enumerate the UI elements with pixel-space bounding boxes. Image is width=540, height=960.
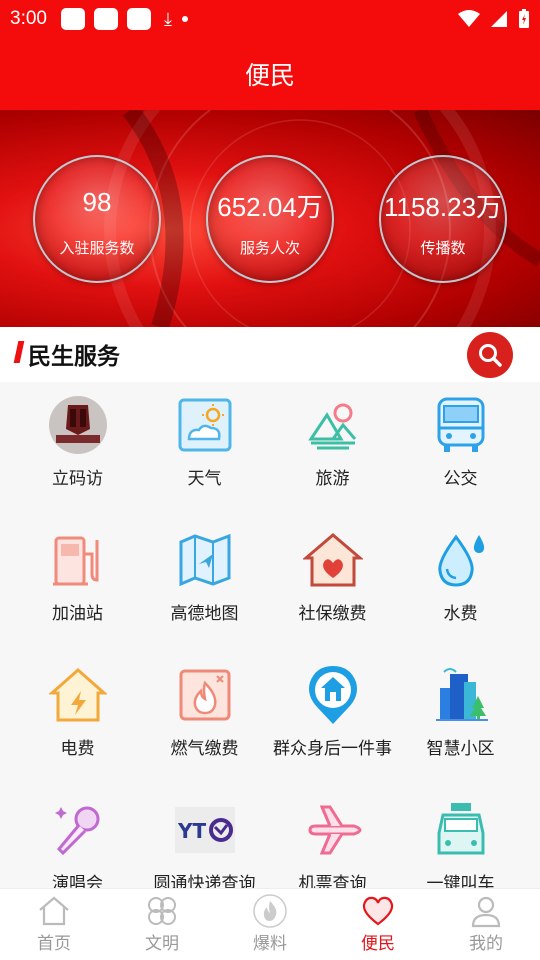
tab-label: 文明 <box>145 934 179 954</box>
stat-label: 服务人次 <box>239 239 300 257</box>
taxi-icon <box>430 799 492 861</box>
service-yto-express[interactable]: YT 圆通快递查询 <box>137 787 272 888</box>
weather-icon <box>174 394 236 456</box>
yto-logo-icon: YT <box>174 799 236 861</box>
travel-icon <box>302 394 364 456</box>
service-amap[interactable]: 高德地图 <box>137 517 272 652</box>
gas-station-icon <box>47 529 109 591</box>
bottom-tab-bar: 首页 文明 爆料 便民 我的 <box>0 888 540 960</box>
clover-icon <box>148 897 176 925</box>
tab-home[interactable]: 首页 <box>0 889 108 960</box>
service-label: 社保缴费 <box>298 604 367 624</box>
electricity-icon <box>47 664 109 726</box>
tab-mine[interactable]: 我的 <box>432 889 540 960</box>
service-after-death-affairs[interactable]: 群众身后一件事 <box>265 652 400 787</box>
section-header: 民生服务 <box>0 327 540 382</box>
stat-value: 98 <box>82 187 112 217</box>
service-label: 演唱会 <box>52 874 103 888</box>
service-label: 高德地图 <box>170 604 239 624</box>
service-travel[interactable]: 旅游 <box>265 382 400 517</box>
wifi-icon <box>458 10 480 27</box>
service-social-insurance[interactable]: 社保缴费 <box>265 517 400 652</box>
svg-text:YT: YT <box>177 819 206 843</box>
service-call-taxi[interactable]: 一键叫车 <box>393 787 528 888</box>
location-house-icon <box>302 664 364 726</box>
tab-label: 爆料 <box>253 934 287 954</box>
status-time: 3:00 <box>10 8 47 29</box>
gas-flame-icon <box>174 664 236 726</box>
service-renshou-xinfang[interactable]: 立码访 <box>10 382 145 517</box>
notification-icon <box>60 8 85 30</box>
bus-icon <box>430 394 492 456</box>
service-label: 智慧小区 <box>426 739 495 759</box>
house-heart-icon <box>302 529 364 591</box>
service-label: 天气 <box>187 469 222 489</box>
section-accent-bar <box>13 341 25 363</box>
service-gas-station[interactable]: 加油站 <box>10 517 145 652</box>
service-label: 公交 <box>443 469 478 489</box>
notification-icon <box>126 8 151 30</box>
service-label: 加油站 <box>52 604 103 624</box>
stat-bubble-spread: 1158.23万 传播数 <box>379 155 507 283</box>
tab-report[interactable]: 爆料 <box>216 889 324 960</box>
service-label: 立码访 <box>52 469 103 489</box>
stats-banner: 98 入驻服务数 652.04万 服务人次 1158.23万 传播数 <box>0 110 540 327</box>
search-button[interactable] <box>467 332 513 378</box>
service-label: 燃气缴费 <box>170 739 239 759</box>
battery-icon <box>519 9 529 28</box>
tab-civilization[interactable]: 文明 <box>108 889 216 960</box>
user-icon <box>471 896 501 928</box>
stat-value: 652.04万 <box>217 192 323 222</box>
stat-value: 1158.23万 <box>383 192 503 222</box>
service-gas-bill[interactable]: 燃气缴费 <box>137 652 272 787</box>
water-drop-icon <box>430 529 492 591</box>
section-title: 民生服务 <box>28 344 120 370</box>
service-label: 群众身后一件事 <box>273 739 392 759</box>
tab-convenience[interactable]: 便民 <box>324 889 432 960</box>
service-label: 一键叫车 <box>426 874 495 888</box>
tab-label: 首页 <box>37 934 71 954</box>
status-bar: 3:00 ⤓ <box>0 0 540 38</box>
home-icon <box>39 896 69 926</box>
airplane-icon <box>302 799 364 861</box>
renshou-xinfang-logo-icon <box>47 394 109 456</box>
service-label: 机票查询 <box>298 874 367 888</box>
service-electricity[interactable]: 电费 <box>10 652 145 787</box>
service-label: 圆通快递查询 <box>153 874 256 888</box>
service-concert[interactable]: 演唱会 <box>10 787 145 888</box>
tab-label: 我的 <box>469 934 503 954</box>
download-icon: ⤓ <box>163 8 172 30</box>
buildings-icon <box>430 664 492 726</box>
service-label: 水费 <box>443 604 478 624</box>
tab-label: 便民 <box>361 934 395 954</box>
service-label: 电费 <box>60 739 95 759</box>
service-flight-query[interactable]: 机票查询 <box>265 787 400 888</box>
search-icon <box>479 344 502 367</box>
service-label: 旅游 <box>315 469 350 489</box>
signal-icon <box>491 11 507 27</box>
notification-icon <box>93 8 118 30</box>
stat-bubble-visits: 652.04万 服务人次 <box>206 155 334 283</box>
service-smart-community[interactable]: 智慧小区 <box>393 652 528 787</box>
heart-icon <box>362 896 394 926</box>
more-notifications-icon <box>181 16 188 22</box>
service-grid: 立码访 天气 旅游 公交 加油站 高德地图 社保缴费 水费 电费 燃气缴费 群众… <box>0 382 540 888</box>
stat-label: 入驻服务数 <box>59 239 135 257</box>
fire-icon <box>253 894 287 928</box>
microphone-icon <box>47 799 109 861</box>
service-bus[interactable]: 公交 <box>393 382 528 517</box>
stat-label: 传播数 <box>420 239 466 257</box>
page-title: 便民 <box>0 38 540 110</box>
map-icon <box>174 529 236 591</box>
service-water-bill[interactable]: 水费 <box>393 517 528 652</box>
service-weather[interactable]: 天气 <box>137 382 272 517</box>
stat-bubble-services: 98 入驻服务数 <box>33 155 161 283</box>
